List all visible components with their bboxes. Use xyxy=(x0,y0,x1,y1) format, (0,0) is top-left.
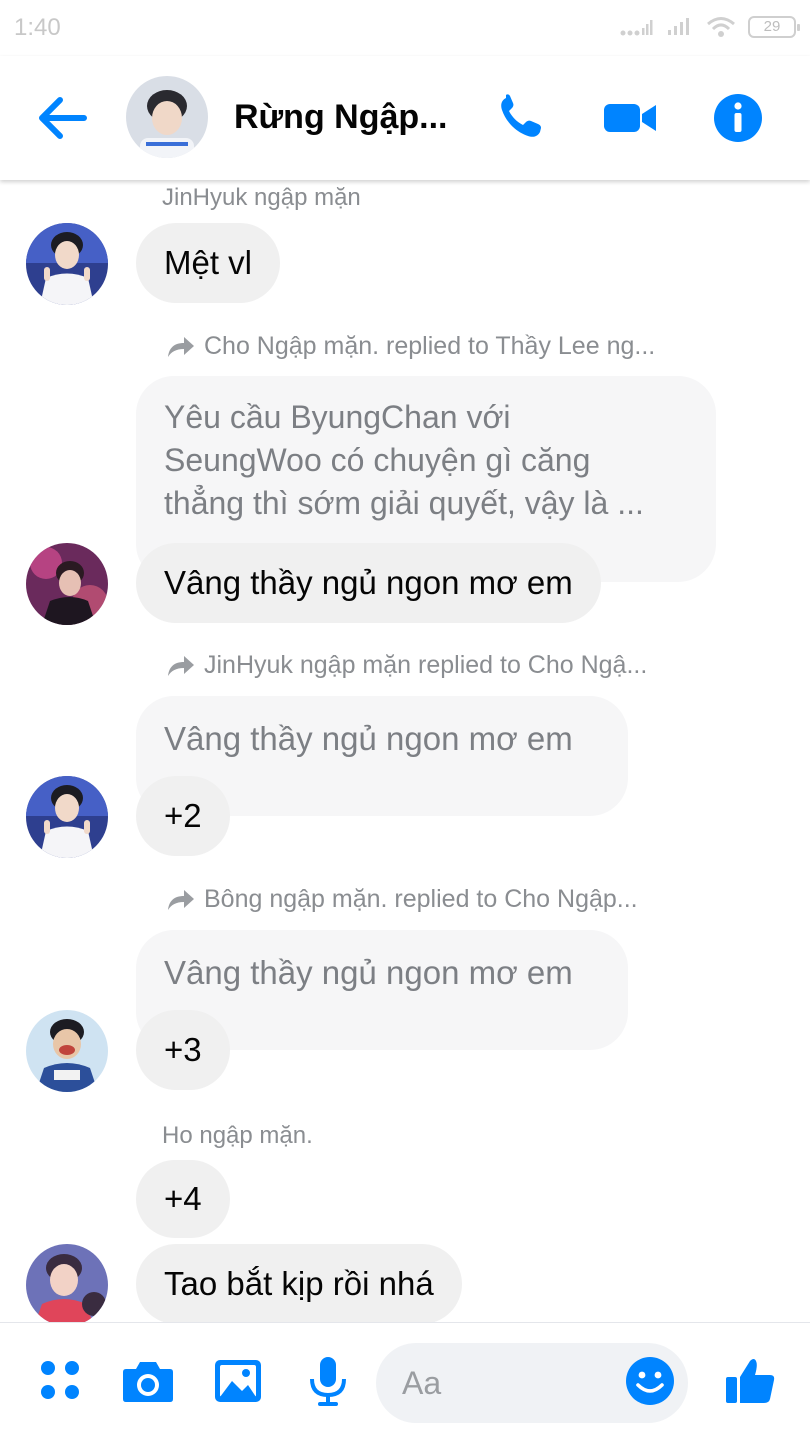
reply-arrow-icon xyxy=(168,336,194,357)
message-composer xyxy=(0,1322,810,1440)
group-avatar[interactable] xyxy=(126,76,208,158)
reply-note-text: JinHyuk ngập mặn replied to Cho Ngậ... xyxy=(204,651,648,679)
avatar[interactable] xyxy=(26,543,108,625)
avatar[interactable] xyxy=(26,1010,108,1092)
reply-note-text: Cho Ngập mặn. replied to Thầy Lee ng... xyxy=(204,332,656,360)
reply-note-text: Bông ngập mặn. replied to Cho Ngập... xyxy=(204,885,638,913)
message-bubble[interactable]: Tao bắt kịp rồi nhá xyxy=(136,1244,462,1322)
wifi-icon xyxy=(707,17,735,37)
message-bubble[interactable]: +4 xyxy=(136,1160,230,1238)
message-bubble[interactable]: +2 xyxy=(136,776,230,856)
quoted-line: thẳng thì sớm giải quyết, vậy là ... xyxy=(164,485,644,521)
reply-arrow-icon xyxy=(168,889,194,910)
sender-name: Ho ngập mặn. xyxy=(162,1122,313,1149)
info-icon[interactable] xyxy=(710,92,766,144)
menu-dots-icon[interactable] xyxy=(34,1353,90,1409)
message-bubble[interactable]: Mệt vl xyxy=(136,223,281,303)
back-arrow-icon[interactable] xyxy=(32,90,92,146)
video-call-icon[interactable] xyxy=(602,92,658,144)
message-list[interactable]: JinHyuk ngập mặn Mệt vl Cho Ngập mặn. re… xyxy=(0,180,810,1322)
reply-arrow-icon xyxy=(168,655,194,676)
reply-note: JinHyuk ngập mặn replied to Cho Ngậ... xyxy=(166,651,647,680)
conversation-header: Rừng Ngập... xyxy=(0,56,810,180)
sender-name: JinHyuk ngập mặn xyxy=(162,184,361,211)
avatar[interactable] xyxy=(26,776,108,858)
phone-call-icon[interactable] xyxy=(494,92,550,144)
status-bar: 1:40 29 xyxy=(0,0,810,56)
quoted-line: SeungWoo có chuyện gì căng xyxy=(164,442,591,478)
message-bubble[interactable]: Vâng thầy ngủ ngon mơ em xyxy=(136,543,601,623)
avatar[interactable] xyxy=(26,223,108,305)
reply-note: Bông ngập mặn. replied to Cho Ngập... xyxy=(166,885,638,914)
emoji-icon[interactable] xyxy=(622,1353,678,1409)
quoted-line: Yêu cầu ByungChan với xyxy=(164,399,511,435)
like-thumb-icon[interactable] xyxy=(722,1353,778,1409)
gallery-icon[interactable] xyxy=(210,1353,266,1409)
camera-icon[interactable] xyxy=(120,1353,176,1409)
status-icons: 29 xyxy=(620,16,800,38)
message-bubble[interactable]: +3 xyxy=(136,1010,230,1090)
avatar[interactable] xyxy=(26,1244,108,1322)
reply-note: Cho Ngập mặn. replied to Thầy Lee ng... xyxy=(166,332,655,361)
battery-indicator: 29 xyxy=(748,16,800,38)
conversation-title[interactable]: Rừng Ngập... xyxy=(234,98,448,137)
microphone-icon[interactable] xyxy=(300,1353,356,1409)
status-time: 1:40 xyxy=(14,14,61,41)
signal-icon xyxy=(668,18,689,35)
signal-icon xyxy=(620,20,653,36)
